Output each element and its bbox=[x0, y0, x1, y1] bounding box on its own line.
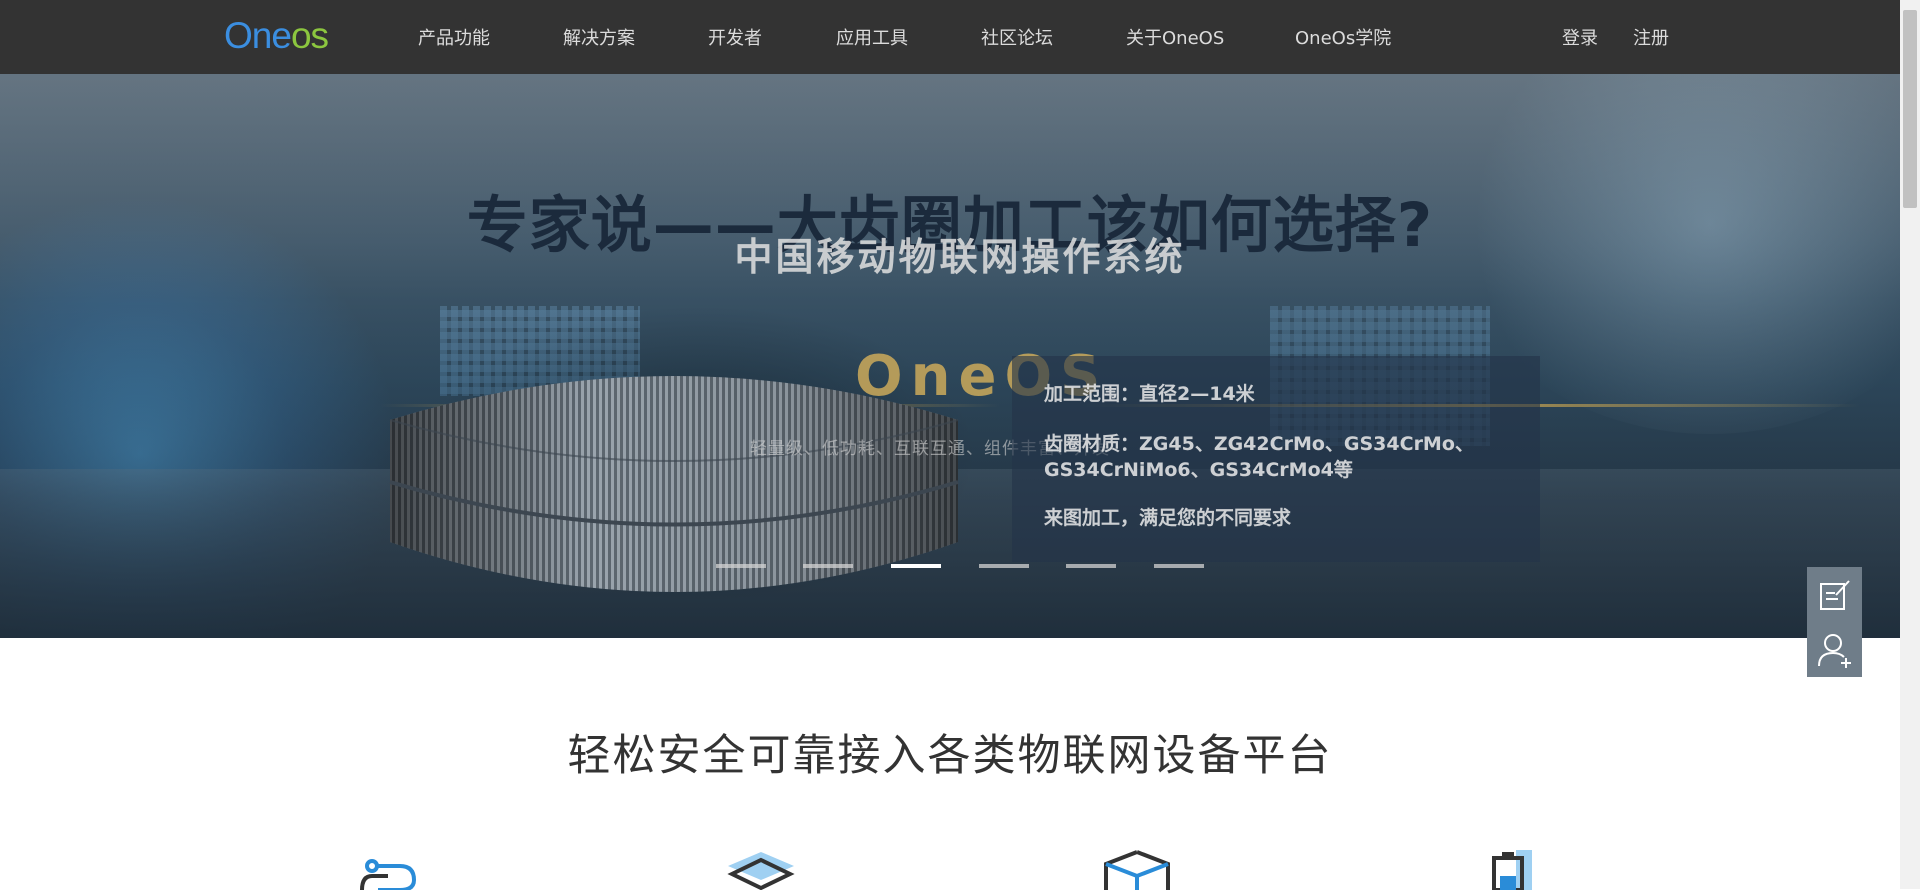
nav-item-developers[interactable]: 开发者 bbox=[708, 24, 762, 50]
nav-item-oneos-academy[interactable]: OneOs学院 bbox=[1295, 24, 1391, 50]
cube-icon bbox=[1104, 850, 1170, 890]
nav-item-app-tools[interactable]: 应用工具 bbox=[836, 24, 908, 50]
add-user-icon bbox=[1817, 633, 1851, 668]
carousel-indicator-4[interactable] bbox=[979, 564, 1029, 568]
carousel-indicator-6[interactable] bbox=[1154, 564, 1204, 568]
section-title: 轻松安全可靠接入各类物联网设备平台 bbox=[567, 731, 1333, 781]
layers-icon bbox=[727, 852, 795, 890]
add-user-button[interactable] bbox=[1807, 622, 1862, 677]
connection-icon bbox=[360, 859, 417, 890]
info-line-material: 齿圈材质：ZG45、ZG42CrMo、GS34CrMo、 bbox=[1044, 433, 1474, 455]
carousel-indicator-2[interactable] bbox=[803, 564, 853, 568]
nav-item-community-forum[interactable]: 社区论坛 bbox=[981, 24, 1053, 50]
register-link[interactable]: 注册 bbox=[1633, 24, 1669, 50]
scrollbar-thumb[interactable] bbox=[1903, 10, 1917, 208]
hero-subtitle: 中国移动物联网操作系统 bbox=[734, 235, 1186, 279]
floating-side-panel bbox=[1807, 567, 1862, 677]
nav-item-product-features[interactable]: 产品功能 bbox=[418, 24, 490, 50]
feedback-icon bbox=[1819, 579, 1850, 610]
carousel-indicator-5[interactable] bbox=[1066, 564, 1116, 568]
hero-banner-carousel[interactable]: 专家说——大齿圈加工该如何选择? 中国移动物联网操作系统 OneOS 轻量级、低… bbox=[0, 74, 1900, 638]
oneos-logo[interactable]: Oneos bbox=[224, 14, 329, 58]
login-link[interactable]: 登录 bbox=[1562, 24, 1598, 50]
info-line-custom: 来图加工，满足您的不同要求 bbox=[1044, 507, 1292, 529]
info-line-material-cont: GS34CrNiMo6、GS34CrMo4等 bbox=[1044, 459, 1353, 481]
top-navigation-bar: Oneos 产品功能 解决方案 开发者 应用工具 社区论坛 关于OneOS On… bbox=[0, 0, 1900, 74]
carousel-indicator-3[interactable] bbox=[891, 564, 941, 568]
nav-item-solutions[interactable]: 解决方案 bbox=[563, 24, 635, 50]
page-scrollbar[interactable] bbox=[1900, 0, 1920, 889]
battery-icon bbox=[1492, 850, 1532, 890]
feedback-button[interactable] bbox=[1807, 567, 1862, 622]
info-line-range: 加工范围：直径2—14米 bbox=[1044, 383, 1255, 405]
nav-item-about-oneos[interactable]: 关于OneOS bbox=[1126, 24, 1224, 50]
carousel-indicator-1[interactable] bbox=[716, 564, 766, 568]
hero-info-box: 加工范围：直径2—14米 齿圈材质：ZG45、ZG42CrMo、GS34CrMo… bbox=[1012, 356, 1540, 562]
